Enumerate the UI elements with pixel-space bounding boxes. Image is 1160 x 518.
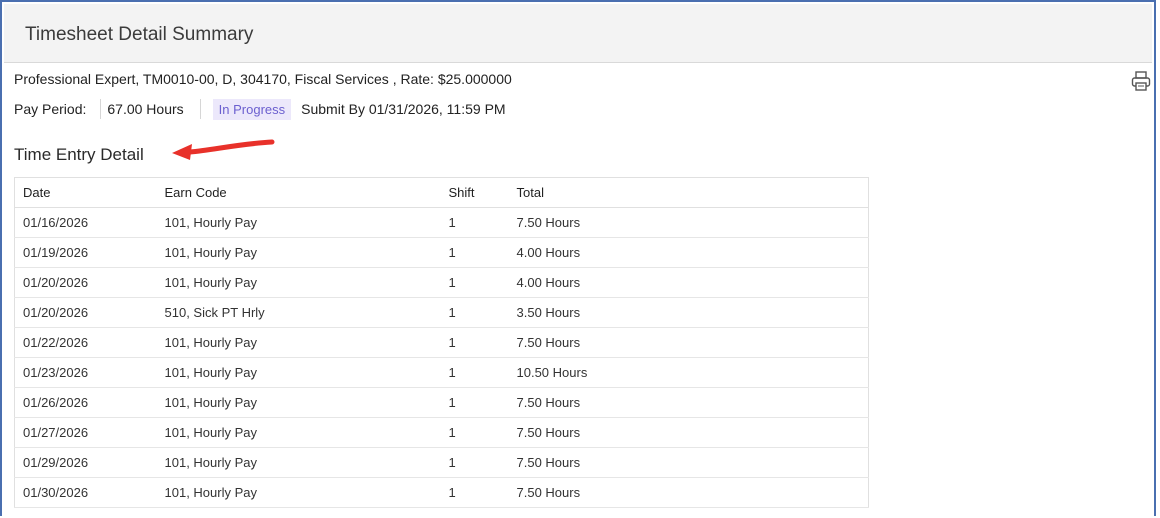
table-row: 01/16/2026 101, Hourly Pay 1 7.50 Hours [14,207,869,238]
cell-shift: 1 [440,237,509,268]
cell-date: 01/22/2026 [14,327,157,358]
cell-shift: 1 [440,477,509,508]
cell-total: 7.50 Hours [508,447,869,478]
status-badge: In Progress [212,98,292,120]
cell-shift: 1 [440,327,509,358]
pay-period-label: Pay Period: [14,101,87,117]
cell-date: 01/26/2026 [14,387,157,418]
panel-title: Timesheet Detail Summary [25,24,254,45]
cell-date: 01/23/2026 [14,357,157,388]
cell-date: 01/20/2026 [14,297,157,328]
cell-earn-code: 101, Hourly Pay [156,267,441,298]
table-row: 01/23/2026 101, Hourly Pay 1 10.50 Hours [14,357,869,388]
cell-total: 3.50 Hours [508,297,869,328]
cell-shift: 1 [440,387,509,418]
cell-date: 01/30/2026 [14,477,157,508]
panel-header: Timesheet Detail Summary [4,4,1152,63]
column-header-earn-code[interactable]: Earn Code [156,177,441,208]
cell-shift: 1 [440,297,509,328]
cell-total: 4.00 Hours [508,267,869,298]
cell-date: 01/19/2026 [14,237,157,268]
table-row: 01/29/2026 101, Hourly Pay 1 7.50 Hours [14,447,869,478]
divider [100,99,102,119]
cell-total: 7.50 Hours [508,327,869,358]
table-row: 01/27/2026 101, Hourly Pay 1 7.50 Hours [14,417,869,448]
cell-date: 01/29/2026 [14,447,157,478]
table-row: 01/22/2026 101, Hourly Pay 1 7.50 Hours [14,327,869,358]
cell-earn-code: 101, Hourly Pay [156,207,441,238]
cell-total: 7.50 Hours [508,387,869,418]
cell-date: 01/27/2026 [14,417,157,448]
cell-total: 7.50 Hours [508,207,869,238]
cell-earn-code: 101, Hourly Pay [156,387,441,418]
printer-icon[interactable] [1130,70,1152,92]
submit-by: Submit By 01/31/2026, 11:59 PM [301,101,506,117]
section-title: Time Entry Detail [14,145,144,164]
table-row: 01/20/2026 101, Hourly Pay 1 4.00 Hours [14,267,869,298]
column-header-shift[interactable]: Shift [440,177,509,208]
cell-total: 7.50 Hours [508,477,869,508]
cell-earn-code: 101, Hourly Pay [156,237,441,268]
table-row: 01/19/2026 101, Hourly Pay 1 4.00 Hours [14,237,869,268]
cell-shift: 1 [440,267,509,298]
time-entry-table: Date Earn Code Shift Total 01/16/2026 10… [14,177,869,508]
position-info: Professional Expert, TM0010-00, D, 30417… [14,71,512,87]
table-row: 01/30/2026 101, Hourly Pay 1 7.50 Hours [14,477,869,508]
cell-shift: 1 [440,357,509,388]
cell-shift: 1 [440,207,509,238]
cell-total: 10.50 Hours [508,357,869,388]
cell-earn-code: 101, Hourly Pay [156,357,441,388]
cell-earn-code: 510, Sick PT Hrly [156,297,441,328]
pay-period-row: Pay Period: 67.00 Hours In Progress Subm… [14,98,506,120]
cell-shift: 1 [440,417,509,448]
cell-shift: 1 [440,447,509,478]
column-header-date[interactable]: Date [14,177,157,208]
cell-total: 7.50 Hours [508,417,869,448]
cell-earn-code: 101, Hourly Pay [156,417,441,448]
divider [199,99,201,119]
table-row: 01/26/2026 101, Hourly Pay 1 7.50 Hours [14,387,869,418]
cell-earn-code: 101, Hourly Pay [156,477,441,508]
pay-period-hours: 67.00 Hours [107,101,184,117]
cell-date: 01/20/2026 [14,267,157,298]
table-header-row: Date Earn Code Shift Total [14,177,869,208]
cell-total: 4.00 Hours [508,237,869,268]
column-header-total[interactable]: Total [508,177,869,208]
cell-date: 01/16/2026 [14,207,157,238]
table-row: 01/20/2026 510, Sick PT Hrly 1 3.50 Hour… [14,297,869,328]
cell-earn-code: 101, Hourly Pay [156,327,441,358]
red-arrow-icon [172,139,275,160]
cell-earn-code: 101, Hourly Pay [156,447,441,478]
